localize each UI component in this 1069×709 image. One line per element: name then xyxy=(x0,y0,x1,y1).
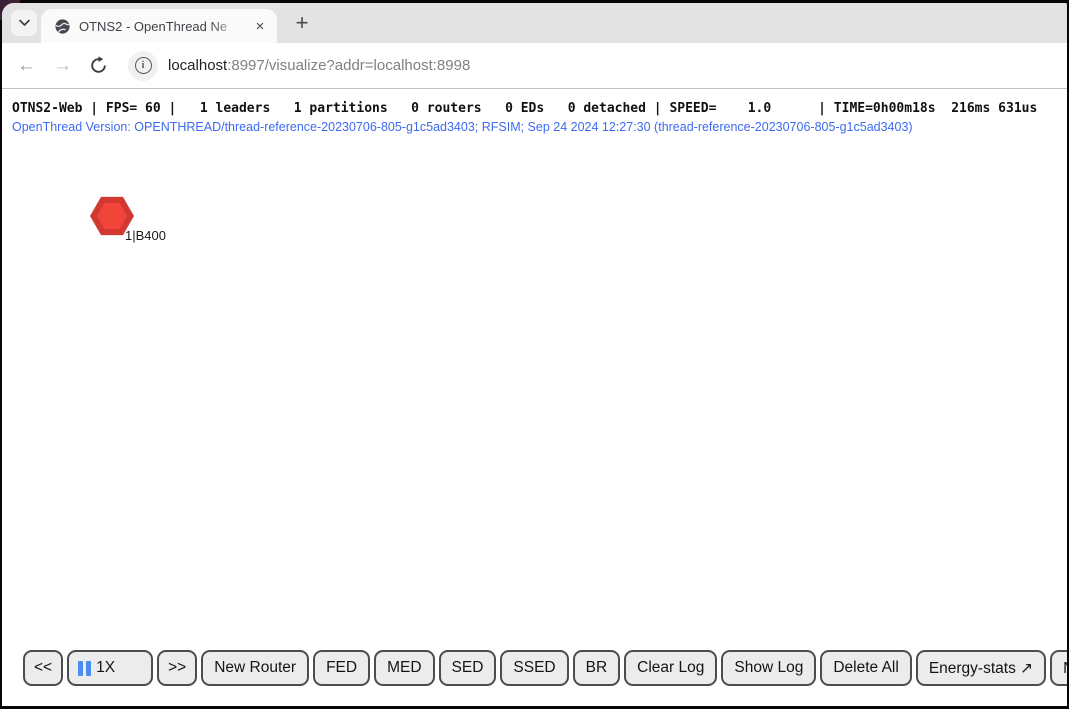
tab-strip: OTNS2 - OpenThread Ne × + xyxy=(2,3,1067,43)
new-br-button[interactable]: BR xyxy=(573,650,621,686)
speed-up-button[interactable]: >> xyxy=(157,650,197,686)
new-fed-button[interactable]: FED xyxy=(313,650,370,686)
show-log-button[interactable]: Show Log xyxy=(721,650,816,686)
energy-stats-button[interactable]: Energy-stats ↗ xyxy=(916,650,1046,686)
chevron-down-icon xyxy=(19,14,30,32)
browser-window: OTNS2 - OpenThread Ne × + ← → i localhos… xyxy=(2,3,1067,706)
site-info-button[interactable]: i xyxy=(128,51,158,81)
speed-down-button[interactable]: << xyxy=(23,650,63,686)
tab-title: OTNS2 - OpenThread Ne xyxy=(79,19,247,34)
action-bar: << 1X >> New Router FED MED SED SSED BR … xyxy=(23,650,1067,686)
pause-speed-button[interactable]: 1X xyxy=(67,650,153,686)
node-stats-button[interactable]: Node-stats ↗ xyxy=(1050,650,1067,686)
reload-icon[interactable] xyxy=(89,56,108,75)
tab-close-icon[interactable]: × xyxy=(251,17,269,35)
back-icon[interactable]: ← xyxy=(17,56,36,75)
clear-log-button[interactable]: Clear Log xyxy=(624,650,717,686)
globe-favicon-icon xyxy=(54,18,71,35)
browser-tab-otns2[interactable]: OTNS2 - OpenThread Ne × xyxy=(41,9,277,43)
info-icon: i xyxy=(135,57,152,74)
tab-search-button[interactable] xyxy=(11,10,37,36)
pause-icon xyxy=(78,661,91,676)
new-ssed-button[interactable]: SSED xyxy=(500,650,568,686)
address-bar: ← → i localhost:8997/visualize?addr=loca… xyxy=(2,43,1067,89)
url-path: :8997/visualize?addr=localhost:8998 xyxy=(227,57,470,74)
new-tab-button[interactable]: + xyxy=(289,10,315,36)
openthread-version-link[interactable]: OpenThread Version: OPENTHREAD/thread-re… xyxy=(12,120,913,134)
delete-all-button[interactable]: Delete All xyxy=(820,650,911,686)
node-label: 1|B400 xyxy=(125,228,166,243)
new-med-button[interactable]: MED xyxy=(374,650,434,686)
forward-icon[interactable]: → xyxy=(53,56,72,75)
speed-label: 1X xyxy=(96,659,115,677)
url-host: localhost xyxy=(168,57,227,74)
otns-canvas: OTNS2-Web | FPS= 60 | 1 leaders 1 partit… xyxy=(2,89,1067,706)
new-sed-button[interactable]: SED xyxy=(439,650,497,686)
simulation-status-line: OTNS2-Web | FPS= 60 | 1 leaders 1 partit… xyxy=(12,101,1037,116)
url-field[interactable]: localhost:8997/visualize?addr=localhost:… xyxy=(168,57,470,74)
new-router-button[interactable]: New Router xyxy=(201,650,309,686)
